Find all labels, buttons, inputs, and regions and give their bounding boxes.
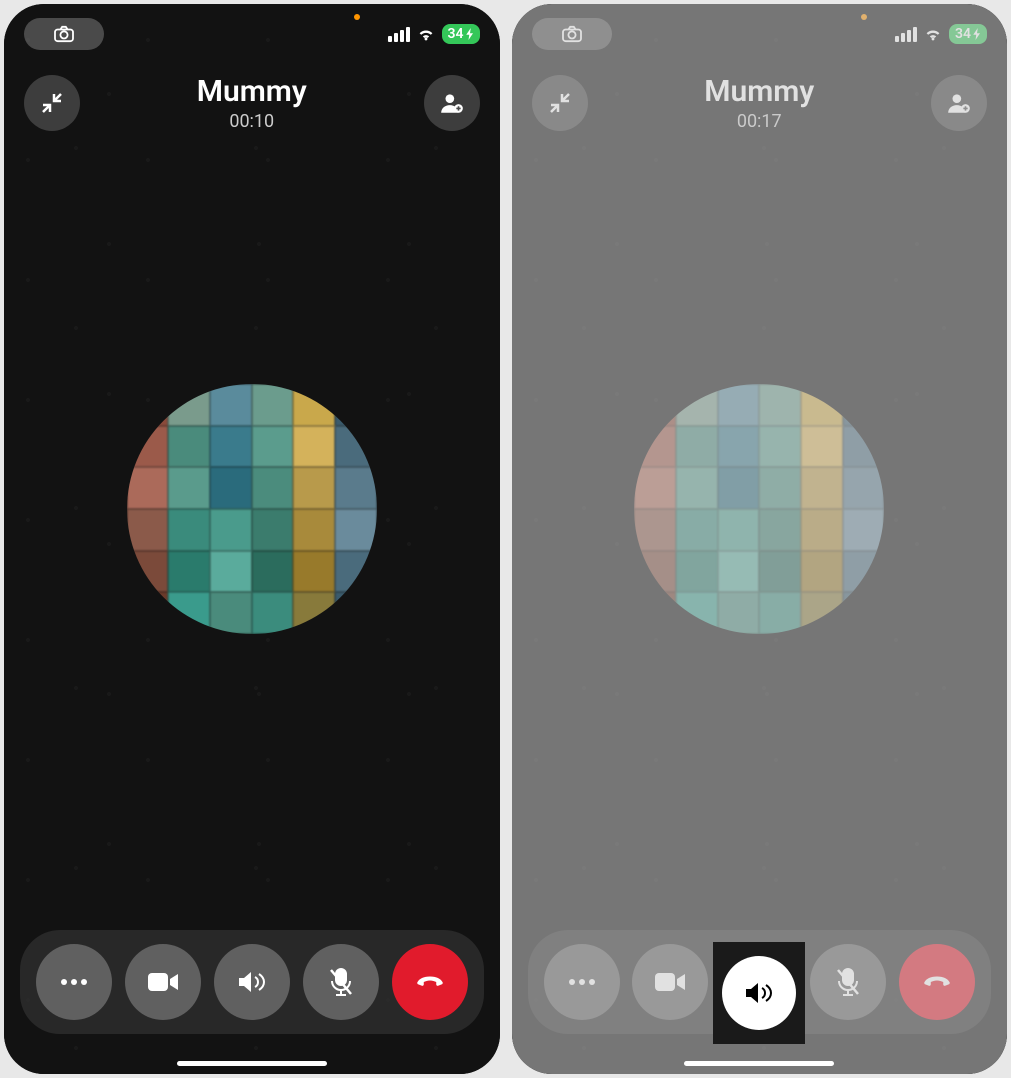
speaker-icon <box>237 969 267 995</box>
speaker-highlight-box <box>713 942 805 1044</box>
camera-toggle-pill[interactable] <box>24 18 104 50</box>
charging-bolt-icon <box>973 28 981 40</box>
mute-toggle-button[interactable] <box>303 944 379 1020</box>
add-participant-button[interactable] <box>424 75 480 131</box>
mute-toggle-button[interactable] <box>810 944 886 1020</box>
contact-name: Mummy <box>80 74 424 109</box>
speaker-icon <box>744 980 774 1006</box>
cellular-signal-icon <box>388 27 410 42</box>
battery-text: 34 <box>955 26 971 42</box>
end-call-button[interactable] <box>392 944 468 1020</box>
call-header: Mummy 00:10 <box>4 74 500 132</box>
phone-screen-1: 34 Mummy 00:10 <box>4 4 500 1074</box>
call-timer: 00:10 <box>80 111 424 132</box>
ellipsis-icon <box>59 978 89 986</box>
camera-icon <box>561 25 583 43</box>
status-right: 34 <box>895 24 987 44</box>
mic-off-icon <box>328 967 354 997</box>
video-toggle-button[interactable] <box>125 944 201 1020</box>
charging-bolt-icon <box>466 28 474 40</box>
speaker-toggle-button-active[interactable] <box>722 956 796 1030</box>
contact-name: Mummy <box>588 74 932 109</box>
mic-off-icon <box>835 967 861 997</box>
video-toggle-button[interactable] <box>632 944 708 1020</box>
speaker-toggle-button[interactable] <box>214 944 290 1020</box>
battery-indicator: 34 <box>442 24 480 44</box>
ellipsis-icon <box>567 978 597 986</box>
status-bar: 34 <box>512 18 1008 50</box>
video-icon <box>148 971 178 993</box>
home-indicator[interactable] <box>684 1061 834 1066</box>
call-timer: 00:17 <box>588 111 932 132</box>
add-person-icon <box>946 90 972 116</box>
wifi-icon <box>923 26 943 42</box>
minimize-icon <box>40 91 64 115</box>
add-person-icon <box>439 90 465 116</box>
home-indicator[interactable] <box>177 1061 327 1066</box>
end-call-icon <box>920 975 954 989</box>
end-call-button[interactable] <box>899 944 975 1020</box>
more-options-button[interactable] <box>544 944 620 1020</box>
phone-screen-2: 34 Mummy 00:17 <box>512 4 1008 1074</box>
contact-avatar <box>127 384 377 634</box>
call-title-block: Mummy 00:10 <box>80 74 424 132</box>
call-controls <box>20 930 484 1034</box>
camera-toggle-pill[interactable] <box>532 18 612 50</box>
camera-icon <box>53 25 75 43</box>
video-icon <box>655 971 685 993</box>
more-options-button[interactable] <box>36 944 112 1020</box>
status-right: 34 <box>388 24 480 44</box>
battery-text: 34 <box>448 26 464 42</box>
status-bar: 34 <box>4 18 500 50</box>
minimize-button[interactable] <box>532 75 588 131</box>
end-call-icon <box>413 975 447 989</box>
cellular-signal-icon <box>895 27 917 42</box>
call-title-block: Mummy 00:17 <box>588 74 932 132</box>
minimize-icon <box>548 91 572 115</box>
minimize-button[interactable] <box>24 75 80 131</box>
add-participant-button[interactable] <box>931 75 987 131</box>
wifi-icon <box>416 26 436 42</box>
battery-indicator: 34 <box>949 24 987 44</box>
call-header: Mummy 00:17 <box>512 74 1008 132</box>
contact-avatar <box>634 384 884 634</box>
